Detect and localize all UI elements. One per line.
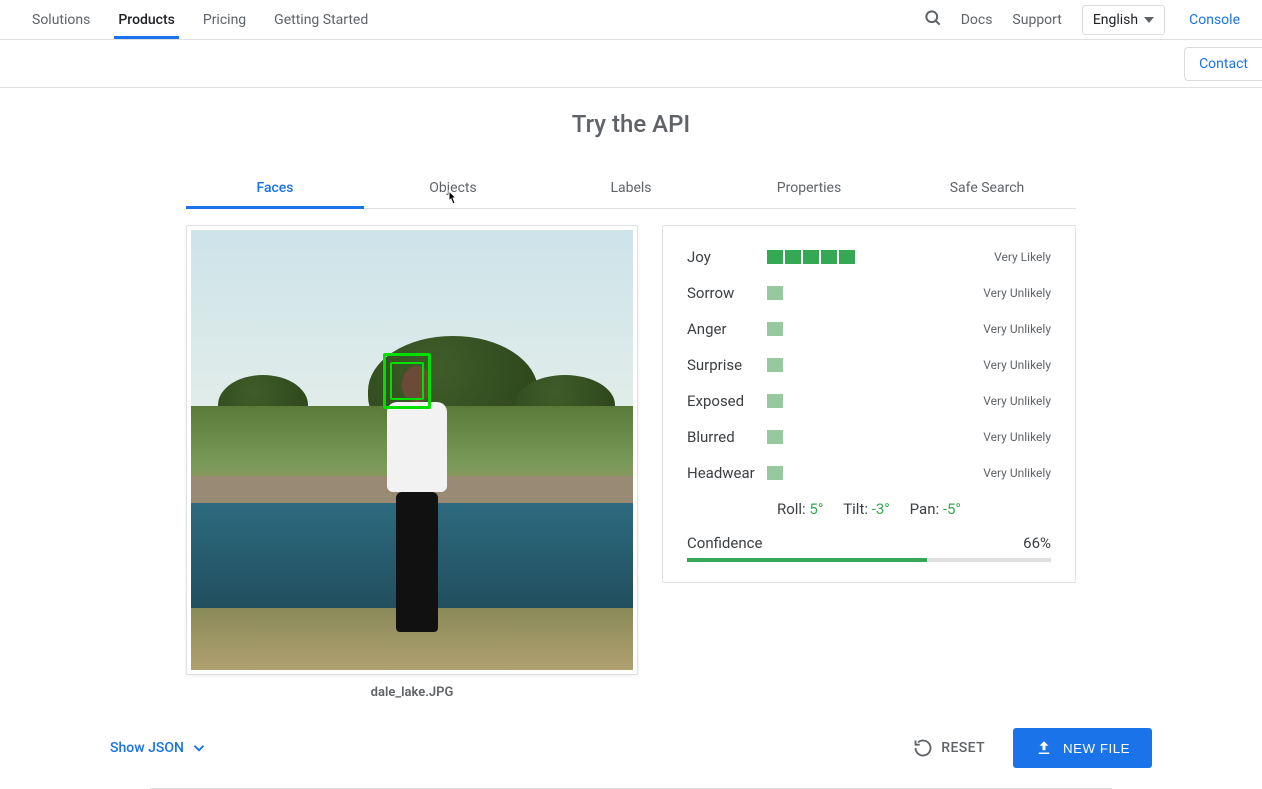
attribute-row-anger: Anger Very Unlikely — [687, 320, 1051, 338]
image-frame — [186, 225, 638, 675]
tab-objects[interactable]: Objects — [364, 168, 542, 208]
console-link[interactable]: Console — [1175, 4, 1244, 36]
action-bar: Contact — [0, 40, 1262, 88]
confidence-label: Confidence — [687, 534, 762, 552]
attribute-label: Exposed — [687, 392, 765, 410]
face-bounding-box — [383, 353, 431, 409]
page-title: Try the API — [0, 110, 1262, 138]
pointer-cursor-icon — [445, 190, 461, 212]
new-file-button[interactable]: NEW FILE — [1013, 728, 1152, 768]
result-tabs: FacesObjectsLabelsPropertiesSafe Search — [186, 168, 1076, 209]
footer-actions: Show JSON RESET NEW FILE — [0, 728, 1262, 768]
show-json-toggle[interactable]: Show JSON — [110, 739, 208, 757]
attribute-label: Joy — [687, 248, 765, 266]
likelihood-bar — [767, 358, 783, 372]
confidence-value: 66% — [1023, 534, 1051, 552]
tab-labels[interactable]: Labels — [542, 168, 720, 208]
likelihood-bar — [767, 322, 783, 336]
likelihood-bar — [767, 286, 783, 300]
face-results-card: Joy Very Likely Sorrow Very Unlikely Anger Ve… — [662, 225, 1076, 583]
reset-button[interactable]: RESET — [913, 738, 985, 758]
attribute-label: Sorrow — [687, 284, 765, 302]
filename-label: dale_lake.JPG — [186, 685, 638, 700]
caret-down-icon — [1144, 17, 1154, 23]
demo-container: FacesObjectsLabelsPropertiesSafe Search — [186, 168, 1076, 700]
search-icon[interactable] — [915, 0, 951, 40]
likelihood-label: Very Likely — [994, 250, 1051, 264]
attribute-row-joy: Joy Very Likely — [687, 248, 1051, 266]
upload-icon — [1035, 739, 1053, 757]
docs-link[interactable]: Docs — [951, 4, 1003, 36]
contact-button[interactable]: Contact — [1184, 47, 1262, 81]
attribute-row-exposed: Exposed Very Unlikely — [687, 392, 1051, 410]
likelihood-bar — [767, 394, 783, 408]
pose-row: Roll: 5° Tilt: -3° Pan: -5° — [687, 500, 1051, 518]
language-label: English — [1093, 12, 1138, 28]
reset-icon — [913, 738, 933, 758]
likelihood-label: Very Unlikely — [983, 322, 1051, 336]
tab-faces[interactable]: Faces — [186, 168, 364, 208]
likelihood-label: Very Unlikely — [983, 430, 1051, 444]
confidence-bar — [687, 558, 1051, 562]
likelihood-label: Very Unlikely — [983, 394, 1051, 408]
top-nav-right: Docs Support English Console — [915, 0, 1244, 40]
attribute-row-blurred: Blurred Very Unlikely — [687, 428, 1051, 446]
likelihood-bar — [767, 250, 855, 264]
attribute-label: Anger — [687, 320, 765, 338]
confidence-row: Confidence 66% — [687, 534, 1051, 552]
tab-safe-search[interactable]: Safe Search — [898, 168, 1076, 208]
tab-properties[interactable]: Properties — [720, 168, 898, 208]
language-select[interactable]: English — [1082, 5, 1165, 35]
attribute-row-sorrow: Sorrow Very Unlikely — [687, 284, 1051, 302]
topnav-item-getting-started[interactable]: Getting Started — [260, 2, 382, 38]
top-nav-left: SolutionsProductsPricingGetting Started — [18, 2, 382, 38]
topnav-item-solutions[interactable]: Solutions — [18, 2, 104, 38]
likelihood-bar — [767, 466, 783, 480]
results-column: Joy Very Likely Sorrow Very Unlikely Anger Ve… — [662, 225, 1076, 700]
likelihood-label: Very Unlikely — [983, 358, 1051, 372]
likelihood-bar — [767, 430, 783, 444]
likelihood-label: Very Unlikely — [983, 286, 1051, 300]
likelihood-label: Very Unlikely — [983, 466, 1051, 480]
topnav-item-pricing[interactable]: Pricing — [189, 2, 260, 38]
attribute-row-surprise: Surprise Very Unlikely — [687, 356, 1051, 374]
topnav-item-products[interactable]: Products — [104, 2, 189, 38]
support-link[interactable]: Support — [1002, 4, 1071, 36]
content-row: dale_lake.JPG Joy Very Likely Sorrow Very U… — [186, 225, 1076, 700]
attribute-row-headwear: Headwear Very Unlikely — [687, 464, 1051, 482]
attribute-label: Blurred — [687, 428, 765, 446]
confidence-fill — [687, 558, 927, 562]
image-column: dale_lake.JPG — [186, 225, 638, 700]
uploaded-image — [191, 230, 633, 670]
attribute-label: Surprise — [687, 356, 765, 374]
attribute-label: Headwear — [687, 464, 765, 482]
chevron-down-icon — [190, 739, 208, 757]
top-nav: SolutionsProductsPricingGetting Started … — [0, 0, 1262, 40]
